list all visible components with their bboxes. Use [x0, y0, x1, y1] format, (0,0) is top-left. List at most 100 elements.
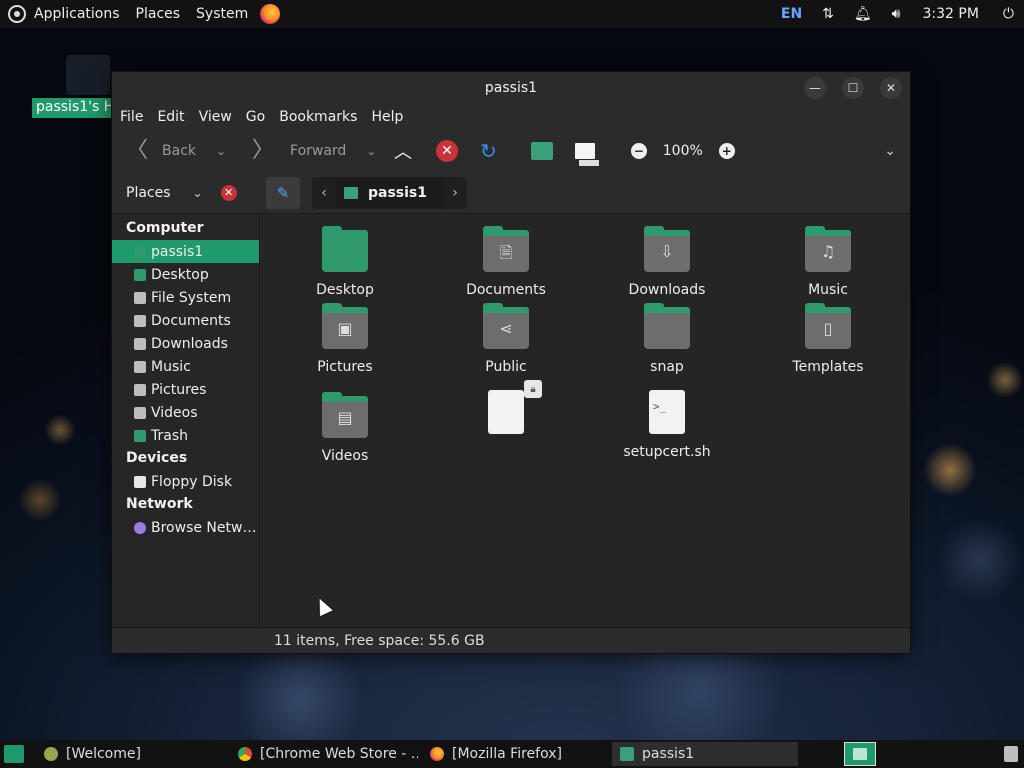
- notification-bell-icon[interactable]: 🔔︎: [844, 0, 882, 28]
- network-globe-icon: [134, 521, 146, 534]
- edit-location-button[interactable]: ✎: [266, 176, 300, 209]
- task-label: passis1: [642, 746, 695, 762]
- home-folder-icon: [344, 186, 358, 199]
- file-item-desktop[interactable]: Desktop: [280, 226, 410, 298]
- close-sidebar-icon[interactable]: ✕: [220, 184, 237, 201]
- downloads-folder-icon: ⇩: [644, 226, 690, 272]
- task-firefox[interactable]: [Mozilla Firefox]: [422, 742, 608, 766]
- task-welcome[interactable]: [Welcome]: [36, 742, 226, 766]
- task-chrome[interactable]: [Chrome Web Store - …: [230, 742, 418, 766]
- chevron-down-icon[interactable]: ⌄: [366, 144, 376, 158]
- sidebar-item-music[interactable]: Music: [112, 355, 259, 378]
- back-button[interactable]: 〈 Back ⌄: [126, 140, 236, 162]
- file-item-downloads[interactable]: ⇩ Downloads: [602, 226, 732, 298]
- folder-glyph: 🗎: [499, 243, 513, 262]
- top-panel: Applications Places System EN ⇅ 🔔︎ 🔊︎ 3:…: [0, 0, 1024, 28]
- file-item-public[interactable]: ⋖ Public: [441, 303, 571, 375]
- chevron-down-icon[interactable]: ⌄: [216, 144, 226, 158]
- file-item-music[interactable]: ♫ Music: [763, 226, 893, 298]
- chevron-down-icon[interactable]: ⌄: [884, 143, 896, 159]
- workspace-switcher[interactable]: [844, 742, 876, 766]
- clock[interactable]: 3:32 PM: [911, 6, 993, 22]
- up-icon[interactable]: ︿: [394, 138, 426, 164]
- drive-icon: [134, 291, 146, 304]
- sidebar-item-downloads[interactable]: Downloads: [112, 332, 259, 355]
- task-label: [Chrome Web Store - …: [260, 746, 418, 762]
- sidebar-item-floppy[interactable]: Floppy Disk: [112, 470, 259, 493]
- chrome-icon: [238, 747, 252, 761]
- sidebar-item-label: Videos: [151, 404, 198, 421]
- file-item-snap[interactable]: snap: [602, 303, 732, 375]
- folder-glyph: ▤: [337, 408, 353, 427]
- terminal-prompt-icon: >_: [653, 400, 667, 413]
- sidebar-item-browse-network[interactable]: Browse Netw…: [112, 516, 259, 539]
- file-label: Desktop: [316, 282, 374, 298]
- maximize-button[interactable]: ☐: [842, 77, 864, 99]
- location-bar: Places ⌄ ✕ ✎ ‹ passis1 ›: [112, 172, 910, 214]
- sidebar-selector[interactable]: Places ⌄ ✕: [112, 184, 260, 201]
- folder-icon: [644, 303, 690, 349]
- menu-edit[interactable]: Edit: [157, 109, 194, 125]
- chevron-right-icon[interactable]: ›: [443, 185, 467, 201]
- sidebar-item-pictures[interactable]: Pictures: [112, 378, 259, 401]
- sidebar-item-home[interactable]: passis1: [112, 240, 259, 263]
- volume-icon[interactable]: 🔊︎: [882, 0, 911, 28]
- file-label: Downloads: [628, 282, 706, 298]
- reload-icon[interactable]: ↻: [480, 139, 497, 163]
- close-button[interactable]: ✕: [880, 77, 902, 99]
- menu-go[interactable]: Go: [246, 109, 275, 125]
- forward-button[interactable]: 〉 Forward ⌄: [252, 140, 392, 162]
- sidebar-item-desktop[interactable]: Desktop: [112, 263, 259, 286]
- file-item-documents[interactable]: 🗎 Documents: [441, 226, 571, 298]
- sidebar-item-trash[interactable]: Trash: [112, 424, 259, 447]
- titlebar[interactable]: passis1 — ☐ ✕: [112, 72, 910, 104]
- file-item-videos[interactable]: ▤ Videos: [280, 392, 410, 464]
- menubar: File Edit View Go Bookmarks Help: [112, 104, 910, 130]
- menu-help[interactable]: Help: [371, 109, 413, 125]
- file-label: Videos: [321, 448, 369, 464]
- menu-view[interactable]: View: [199, 109, 242, 125]
- home-desktop-icon[interactable]: [66, 55, 110, 95]
- file-item-certificate[interactable]: 🔒︎: [441, 380, 571, 444]
- zoom-level: 100%: [662, 143, 703, 159]
- menu-bookmarks[interactable]: Bookmarks: [279, 109, 367, 125]
- breadcrumb-home[interactable]: passis1: [336, 176, 444, 209]
- sidebar-item-videos[interactable]: Videos: [112, 401, 259, 424]
- chevron-down-icon[interactable]: ⌄: [193, 186, 203, 200]
- file-item-pictures[interactable]: ▣ Pictures: [280, 303, 410, 375]
- stop-icon[interactable]: ✕: [436, 140, 458, 162]
- keyboard-layout-indicator[interactable]: EN: [771, 0, 812, 28]
- system-menu[interactable]: System: [188, 0, 256, 28]
- sidebar-item-label: Trash: [151, 427, 188, 444]
- sidebar-item-label: Documents: [151, 312, 231, 329]
- power-icon[interactable]: ⏻: [993, 0, 1024, 28]
- file-item-templates[interactable]: ▯ Templates: [763, 303, 893, 375]
- file-label: Music: [808, 282, 848, 298]
- minimize-button[interactable]: —: [804, 77, 826, 99]
- task-file-manager[interactable]: passis1: [612, 742, 798, 766]
- applications-menu[interactable]: Applications: [26, 0, 128, 28]
- breadcrumb-label: passis1: [368, 184, 428, 201]
- menu-file[interactable]: File: [120, 109, 153, 125]
- places-menu[interactable]: Places: [128, 0, 189, 28]
- home-icon[interactable]: [530, 142, 553, 160]
- sidebar-item-filesystem[interactable]: File System: [112, 286, 259, 309]
- computer-icon[interactable]: [574, 143, 599, 166]
- task-label: [Welcome]: [66, 746, 141, 762]
- sidebar-section-devices: Devices: [126, 450, 188, 466]
- chevron-left-icon[interactable]: ‹: [312, 185, 336, 201]
- network-icon[interactable]: ⇅: [812, 0, 844, 28]
- file-label: setupcert.sh: [623, 444, 711, 460]
- zoom-out-icon[interactable]: −: [630, 143, 647, 159]
- show-desktop-button[interactable]: [4, 745, 24, 763]
- share-folder-icon: ⋖: [483, 303, 529, 349]
- zoom-in-icon[interactable]: +: [718, 143, 735, 159]
- trash-icon[interactable]: [1004, 746, 1018, 762]
- file-view[interactable]: Desktop 🗎 Documents ⇩ Downloads ♫ Music …: [260, 214, 910, 627]
- status-bar: 11 items, Free space: 55.6 GB: [112, 627, 910, 653]
- desktop-icon-label[interactable]: passis1's H: [32, 98, 112, 118]
- sidebar-item-documents[interactable]: Documents: [112, 309, 259, 332]
- chevron-left-icon: 〈: [126, 138, 149, 163]
- file-item-setupcert[interactable]: >_ setupcert.sh: [602, 390, 732, 460]
- firefox-launcher-icon[interactable]: [260, 4, 281, 24]
